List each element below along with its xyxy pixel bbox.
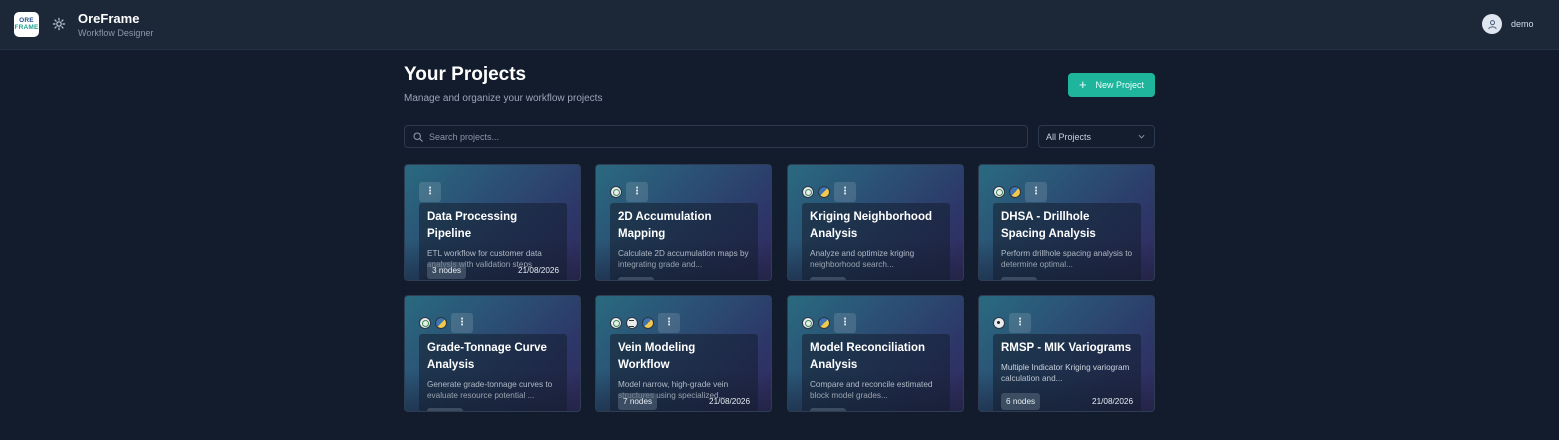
check-circle-icon [993,186,1005,198]
node-count-badge [1001,277,1037,280]
card-footer [993,262,1141,280]
username[interactable]: demo [1511,19,1534,29]
card-date: 21/08/2026 [709,397,750,406]
node-count-badge [618,277,654,280]
python-icon [1009,186,1021,198]
node-count-badge: 6 nodes [1001,393,1041,410]
card-icon-row: ⋮ [802,313,856,333]
chevron-down-icon [1138,134,1145,139]
app-logo[interactable]: ORE FRAME [14,12,39,37]
settings-icon[interactable] [52,17,66,31]
python-icon [818,186,830,198]
search-input[interactable] [429,128,1019,145]
project-card[interactable]: ⋮ Vein Modeling Workflow Model narrow, hig… [595,295,772,412]
check-circle-icon [802,317,814,329]
card-footer: 3 nodes 21/08/2026 [419,262,567,280]
card-menu-button[interactable]: ⋮ [1009,313,1031,333]
card-footer: 7 nodes 21/08/2026 [610,393,758,411]
check-circle-icon [610,186,622,198]
node-count-badge: 7 nodes [618,393,658,410]
target-icon [993,317,1005,329]
card-menu-button[interactable]: ⋮ [626,182,648,202]
plus-icon: + [1078,77,1087,92]
card-title: 2D Accumulation Mapping [618,211,712,240]
check-circle-icon [610,317,622,329]
new-project-label: New Project [1095,80,1145,90]
card-icon-row: ⋮ [610,313,680,333]
project-card[interactable]: ⋮ DHSA - Drillhole Spacing Analysis Perfor… [978,164,1155,281]
project-card[interactable]: ⋮ Model Reconciliation Analysis Compare an… [787,295,964,412]
card-menu-button[interactable]: ⋮ [419,182,441,202]
card-icon-row: ⋮ [802,182,856,202]
card-menu-button[interactable]: ⋮ [1025,182,1047,202]
card-title: Kriging Neighborhood Analysis [810,211,933,240]
card-footer [802,393,950,411]
logo-line-2: FRAME [14,23,39,31]
card-title: DHSA - Drillhole Spacing Analysis [1001,211,1096,240]
card-icon-row: ⋮ [419,182,441,202]
card-title: Vein Modeling Workflow [618,342,696,371]
card-footer: 6 nodes 21/08/2026 [993,393,1141,411]
user-avatar[interactable] [1482,14,1502,34]
card-title: Data Processing Pipeline [427,211,518,240]
card-icon-row: ⋮ [993,313,1031,333]
page-title: Your Projects [404,64,527,85]
card-description: Multiple Indicator Kriging variogram cal… [1001,363,1130,383]
search-icon [413,132,423,142]
filter-value: All Projects [1046,132,1092,142]
card-footer [610,262,758,280]
card-date: 21/08/2026 [518,266,559,275]
user-icon [1487,19,1497,29]
node-count-badge [427,408,463,411]
stack-icon [626,317,638,329]
python-icon [435,317,447,329]
project-card[interactable]: ⋮ 2D Accumulation Mapping Calculate 2D acc… [595,164,772,281]
node-count-badge [810,277,846,280]
python-icon [642,317,654,329]
card-footer [802,262,950,280]
app-subtitle: Workflow Designer [78,28,154,38]
check-circle-icon [419,317,431,329]
node-count-badge [810,408,846,411]
card-title: RMSP - MIK Variograms [1001,342,1132,354]
card-footer [419,393,567,411]
card-icon-row: ⋮ [610,182,648,202]
card-icon-row: ⋮ [419,313,473,333]
card-menu-button[interactable]: ⋮ [834,182,856,202]
card-title: Model Reconciliation Analysis [810,342,926,371]
project-filter-select[interactable]: All Projects [1038,125,1155,148]
project-card[interactable]: ⋮ Kriging Neighborhood Analysis Analyze an… [787,164,964,281]
app-title: OreFrame [78,11,140,26]
card-menu-button[interactable]: ⋮ [658,313,680,333]
card-menu-button[interactable]: ⋮ [451,313,473,333]
project-card[interactable]: ⋮ RMSP - MIK Variograms Multiple Indicator… [978,295,1155,412]
card-menu-button[interactable]: ⋮ [834,313,856,333]
top-bar: ORE FRAME OreFrame Workflow Designer dem… [0,0,1559,50]
card-date: 21/08/2026 [1092,397,1133,406]
page-subtitle: Manage and organize your workflow projec… [404,93,603,104]
search-box [404,125,1028,148]
python-icon [818,317,830,329]
card-icon-row: ⋮ [993,182,1047,202]
project-card[interactable]: ⋮ Grade-Tonnage Curve Analysis Generate gr… [404,295,581,412]
project-card[interactable]: ⋮ Data Processing Pipeline ETL workflow fo… [404,164,581,281]
card-title: Grade-Tonnage Curve Analysis [427,342,547,371]
check-circle-icon [802,186,814,198]
node-count-badge: 3 nodes [427,262,467,279]
new-project-button[interactable]: + New Project [1068,73,1155,97]
